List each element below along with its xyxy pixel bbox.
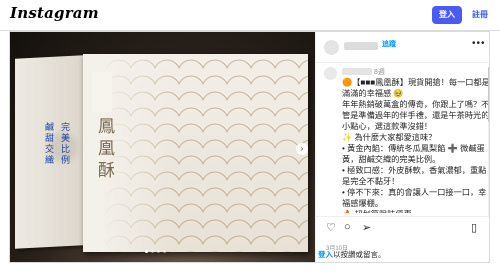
avatar[interactable] (324, 67, 337, 80)
instagram-logo[interactable]: Instagram (10, 4, 99, 22)
follow-button[interactable]: 追蹤 (382, 39, 396, 49)
login-prompt-text: 以按讚或留言。 (333, 250, 386, 259)
bookmark-icon[interactable]: ▯ (471, 221, 477, 234)
carousel-indicator (145, 250, 166, 253)
signup-button[interactable]: 註冊 (467, 6, 493, 24)
caption-timestamp: 8週 (374, 69, 385, 76)
username-blurred[interactable] (344, 42, 378, 50)
caption-area: 8週 🟠【■■■鳳凰酥】現貨開搶！每一口都是滿滿的幸福感 🥹 年年熱銷破萬盒的傳… (324, 65, 489, 213)
caption-text: 🟠【■■■鳳凰酥】現貨開搶！每一口都是滿滿的幸福感 🥹 年年熱銷破萬盒的傳奇，你… (342, 78, 489, 213)
post-card: 完美比例 鹹甜交織 鳳凰酥 › 追蹤 ••• 8週 🟠【■■■鳳凰酥】現貨開搶！… (9, 31, 490, 263)
carousel-dot (151, 250, 154, 253)
box-brand-text: 鳳凰酥 (94, 117, 114, 183)
carousel-dot (157, 250, 160, 253)
box-blue-text-2: 鹹甜交織 (43, 122, 53, 166)
comment-icon[interactable]: ○ (344, 221, 351, 233)
lid-highlight (92, 72, 112, 112)
login-prompt: 登入以按讚或留言。 (318, 249, 386, 260)
username-blurred[interactable] (342, 68, 372, 75)
avatar[interactable] (324, 40, 339, 55)
next-arrow-icon[interactable]: › (296, 143, 308, 155)
box-blue-text-1: 完美比例 (59, 122, 69, 166)
carousel-dot (145, 250, 148, 253)
heart-icon[interactable]: ♡ (326, 221, 336, 234)
top-navbar: Instagram 登入 註冊 (0, 0, 500, 31)
ellipsis-icon[interactable]: ••• (472, 38, 486, 49)
scrollbar-thumb[interactable] (488, 67, 489, 122)
post-header: 追蹤 ••• (316, 32, 489, 63)
login-link[interactable]: 登入 (318, 250, 333, 259)
post-image[interactable]: 完美比例 鹹甜交織 鳳凰酥 › (10, 32, 315, 262)
share-icon[interactable]: ➢ (362, 221, 371, 234)
carousel-dot (163, 250, 166, 253)
post-side-panel: 追蹤 ••• 8週 🟠【■■■鳳凰酥】現貨開搶！每一口都是滿滿的幸福感 🥹 年年… (315, 32, 489, 262)
login-button[interactable]: 登入 (432, 6, 462, 24)
